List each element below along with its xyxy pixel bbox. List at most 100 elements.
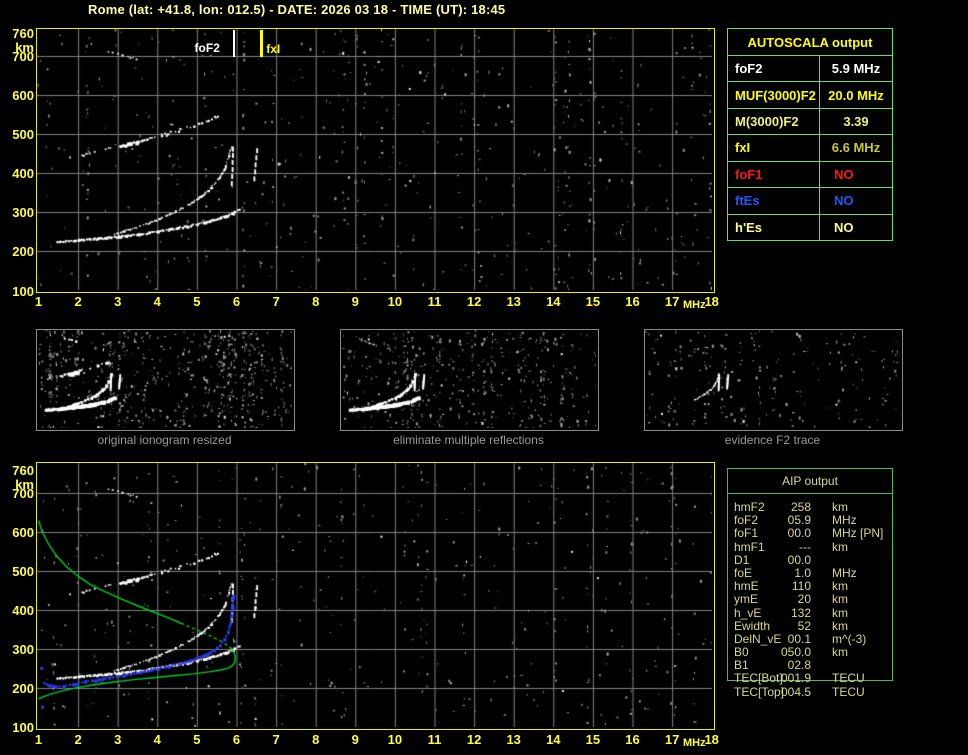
y-tick-label: 760 [12,25,34,41]
x-axis-unit: MHz [683,299,706,311]
aip-cell: 110 [791,579,811,594]
caption-evidence-f2-trace: evidence F2 trace [724,433,821,447]
aip-row: TEC[Top] 004.5 TECU [727,684,893,699]
autoscala-row: M(3000)F2 3.39 [728,108,892,136]
aip-cell: MHz [832,513,857,528]
aip-cell: km [832,645,848,660]
panel-eliminate-reflections [340,329,599,431]
y-tick-label: 400 [12,603,34,619]
x-tick-label: 8 [312,732,320,747]
x-tick-label: 4 [153,732,161,747]
autoscala-row: h'Es NO [728,214,892,240]
original-ionogram-canvas [37,330,292,428]
x-tick-label: 5 [193,294,201,309]
aip-cell: TECU [832,671,865,686]
aip-cell: 1.0 [794,565,811,580]
caption-original-ionogram: original ionogram resized [97,433,232,447]
x-tick-label: 2 [74,294,82,309]
aip-row: h_vE 132 km [727,605,893,620]
aip-row: D1 00.0 [727,552,893,567]
aip-cell: km [832,579,848,594]
evidence-f2-trace-canvas [645,330,900,428]
x-tick-label: 2 [74,732,82,747]
eliminate-reflections-canvas [341,330,596,428]
x-tick-label: 1 [34,732,43,747]
ionogram-canvas-bottom [37,463,712,727]
fof2-marker-label: foF2 [194,41,220,55]
y-tick-label: 700 [12,486,34,502]
autoscala-row-value: 6.6 MHz [831,140,881,156]
aip-cell: km [832,605,848,620]
aip-cell: D1 [734,552,750,567]
x-tick-label: 12 [466,294,482,309]
aip-row: TEC[Bot] 001.9 TECU [727,672,893,685]
x-tick-label: 16 [625,294,640,309]
aip-output-table: AIP output hmF2 258 km foF2 05.9 MHz foF1 00.0 M… [727,468,893,699]
x-tick-label: 8 [312,294,320,309]
aip-cell: 00.0 [787,552,811,567]
x-tick-label: 9 [351,732,359,747]
fxi-marker-label: fxI [266,42,281,56]
y-tick-label: 500 [12,564,34,580]
aip-row: foF1 00.0 MHz [PN] [727,527,893,540]
ionogram-canvas-top [37,29,712,290]
aip-cell: h_vE [734,605,762,620]
x-tick-label: 10 [387,294,403,309]
x-tick-label: 3 [114,294,122,309]
autoscala-row-value: 5.9 MHz [831,61,881,77]
aip-row: hmF1 --- km [727,539,893,554]
x-tick-label: 10 [387,732,403,747]
autoscala-table-header: AUTOSCALA output [728,29,892,56]
panel-evidence-f2-trace [644,329,903,431]
ionogram-plot-top: foF2 fxI [36,28,715,293]
aip-cell: 004.5 [780,684,811,699]
x-tick-label: 11 [427,732,442,747]
autoscala-row-label: foF2 [728,56,820,82]
x-tick-label: 3 [114,732,122,747]
x-tick-label: 16 [625,732,640,747]
autoscala-row: foF2 5.9 MHz [728,56,892,83]
autoscala-output-table: AUTOSCALA output foF2 5.9 MHz MUF(3000)F2 2… [727,28,893,241]
x-tick-label: 17 [664,294,680,309]
y-tick-label: 760 [12,463,34,478]
x-tick-label: 15 [585,294,601,309]
x-tick-label: 15 [585,732,601,747]
x-tick-label: 11 [427,294,442,309]
station-title: Rome (lat: +41.8, lon: 012.5) - DATE: 20… [88,2,506,17]
aip-cell: 132 [790,605,811,620]
x-tick-label: 17 [664,732,680,747]
x-tick-label: 14 [546,294,561,309]
aip-cell: km [832,592,848,607]
aip-cell: m^(-3) [832,631,867,646]
x-tick-label: 12 [466,732,482,747]
x-tick-label: 7 [272,732,280,747]
aip-cell: B1 [734,658,749,673]
aip-cell: hmF2 [734,500,765,514]
panel-original-ionogram [36,329,295,431]
x-axis-unit: MHz [683,737,706,749]
x-tick-label: 6 [232,732,241,747]
y-tick-label: 300 [12,205,34,221]
aip-cell: --- [799,539,811,554]
y-tick-label: 400 [12,166,34,182]
aip-cell: 05.9 [787,513,811,528]
autoscala-row-value: NO [834,219,854,235]
autoscala-row-value: 3.39 [843,114,869,130]
y-tick-label: 700 [12,48,34,64]
x-tick-label: 7 [272,294,280,309]
y-tick-label: 200 [12,680,34,696]
caption-eliminate-reflections: eliminate multiple reflections [393,433,544,447]
aip-cell: [PN] [860,526,884,541]
aip-cell: km [832,500,848,514]
y-tick-label: 600 [12,525,34,541]
aip-cell: MHz [832,565,857,580]
autoscala-row: foF1 NO [728,161,892,189]
autoscala-row-label: fxI [728,135,820,161]
autoscala-row: ftEs NO [728,188,892,215]
aip-cell: foE [734,565,753,580]
autoscala-row: MUF(3000)F2 20.0 MHz [728,82,892,109]
autoscala-row-value: 20.0 MHz [828,87,884,103]
x-tick-label: 5 [193,732,201,747]
aip-cell: MHz [832,526,857,541]
autoscala-row-value: NO [834,166,854,182]
